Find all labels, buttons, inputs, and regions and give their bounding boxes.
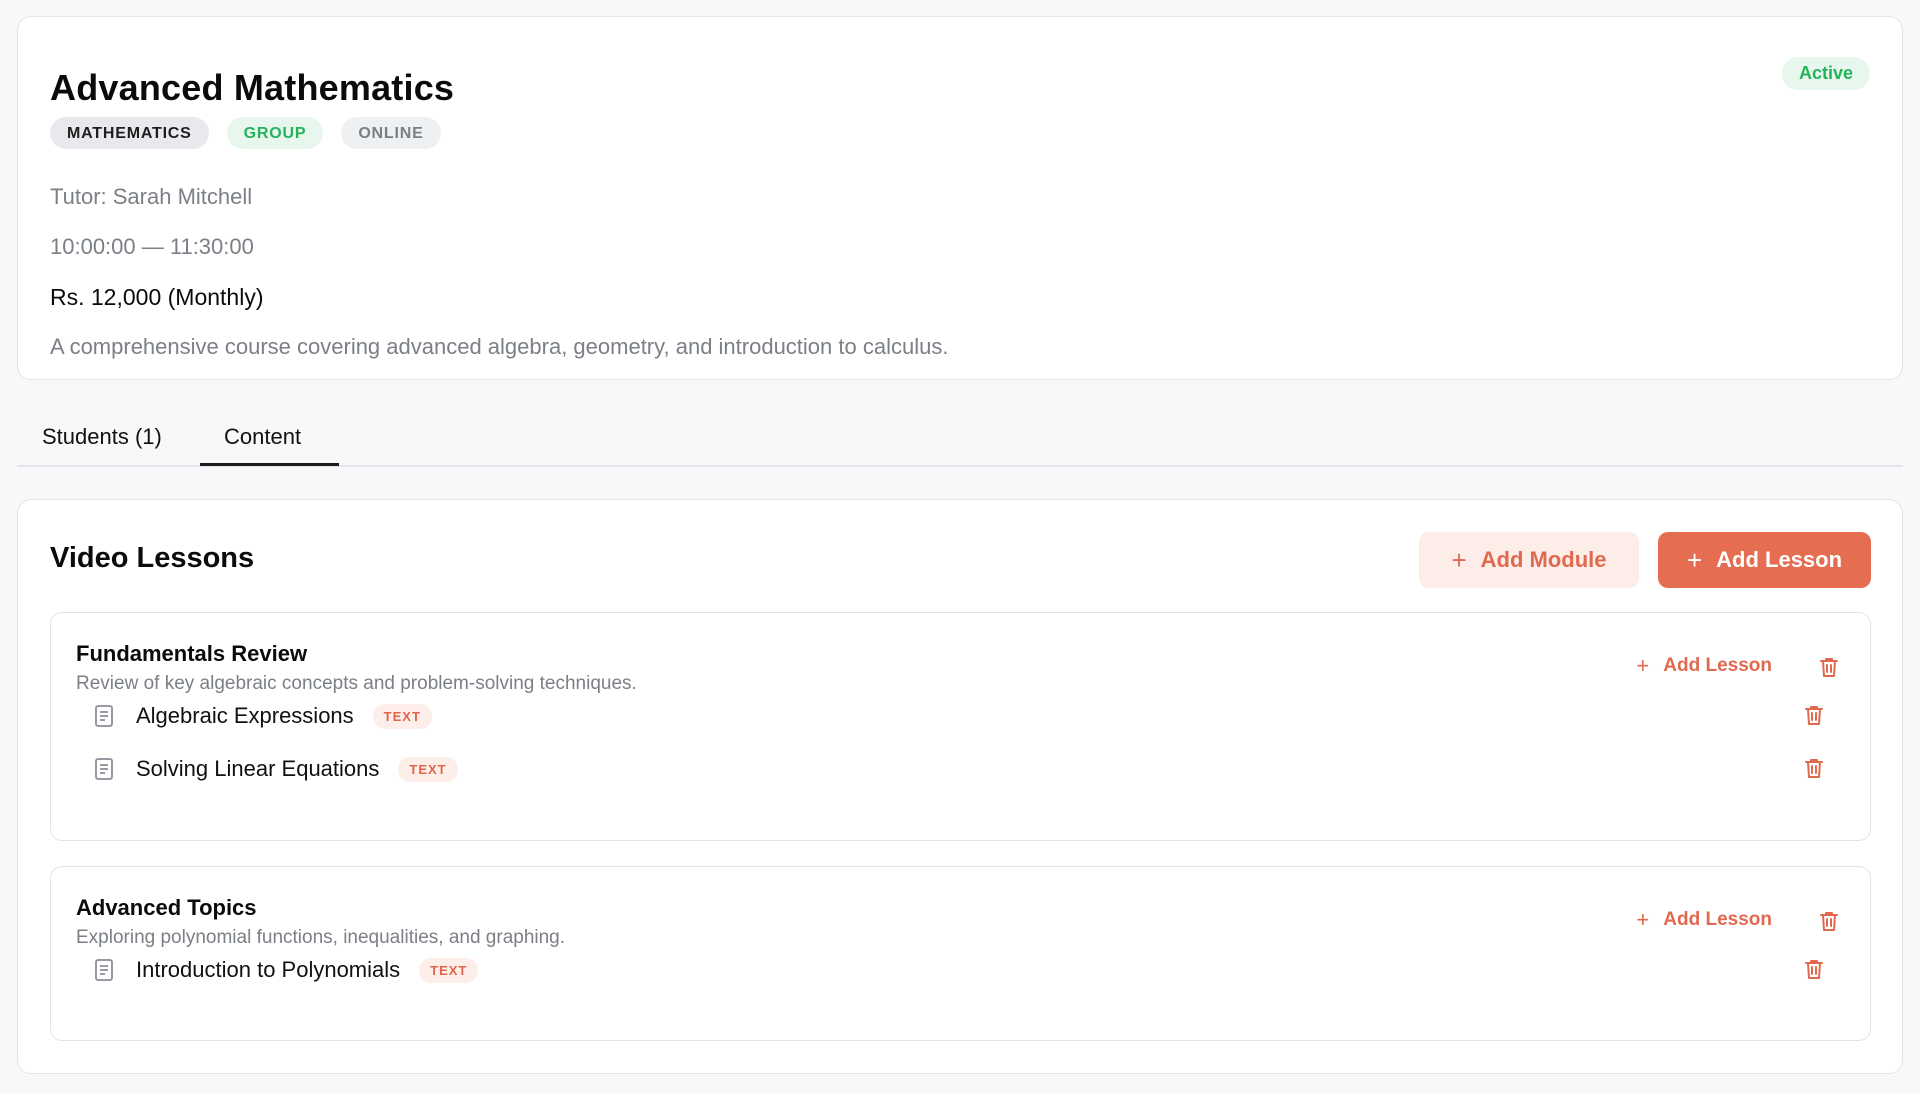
section-title: Video Lessons xyxy=(50,542,255,574)
module-card: Fundamentals Review Review of key algebr… xyxy=(50,612,1871,841)
tutor-name: Tutor: Sarah Mitchell xyxy=(50,184,253,209)
trash-icon[interactable] xyxy=(1819,656,1839,678)
trash-icon[interactable] xyxy=(1804,757,1824,779)
lesson-title: Algebraic Expressions xyxy=(136,703,354,728)
class-time: 10:00:00 — 11:30:00 xyxy=(50,234,254,259)
lesson-type-badge: TEXT xyxy=(372,703,432,729)
document-icon xyxy=(94,958,116,982)
module-card: Advanced Topics Exploring polynomial fun… xyxy=(50,866,1871,1041)
status-badge: Active xyxy=(1781,57,1870,90)
document-icon xyxy=(94,757,116,781)
document-icon xyxy=(94,704,116,728)
trash-icon[interactable] xyxy=(1804,958,1824,980)
tab-students[interactable]: Students (1) xyxy=(42,424,162,464)
module-add-lesson-label: Add Lesson xyxy=(1663,909,1772,930)
tab-content-label: Content xyxy=(224,424,302,449)
tab-content[interactable]: Content xyxy=(200,424,339,466)
plus-icon: + xyxy=(1451,545,1467,575)
plus-icon: + xyxy=(1636,907,1650,932)
subject-tag: MATHEMATICS xyxy=(50,117,209,149)
module-add-lesson-button[interactable]: + Add Lesson xyxy=(1636,909,1772,931)
course-title: Advanced Mathematics xyxy=(50,67,455,108)
course-price: Rs. 12,000 (Monthly) xyxy=(50,284,264,310)
course-description: A comprehensive course covering advanced… xyxy=(50,334,949,359)
module-title: Advanced Topics xyxy=(76,895,257,920)
lesson-type-badge: TEXT xyxy=(419,957,479,983)
lesson-title: Introduction to Polynomials xyxy=(136,957,401,982)
course-card: Advanced Mathematics Active MATHEMATICS … xyxy=(17,16,1903,380)
lesson-type-badge: TEXT xyxy=(398,756,458,782)
module-add-lesson-button[interactable]: + Add Lesson xyxy=(1636,655,1772,677)
lesson-row[interactable]: Solving Linear Equations TEXT xyxy=(94,751,1839,787)
content-card: Video Lessons + Add Module + Add Lesson … xyxy=(17,499,1903,1074)
type-tag: GROUP xyxy=(226,117,324,149)
trash-icon[interactable] xyxy=(1819,910,1839,932)
add-module-label: Add Module xyxy=(1480,547,1607,572)
plus-icon: + xyxy=(1636,653,1650,678)
add-lesson-button[interactable]: + Add Lesson xyxy=(1658,532,1871,588)
add-module-button[interactable]: + Add Module xyxy=(1419,532,1639,588)
course-tags: MATHEMATICS GROUP ONLINE xyxy=(50,117,441,149)
trash-icon[interactable] xyxy=(1804,704,1824,726)
lesson-title: Solving Linear Equations xyxy=(136,756,380,781)
module-description: Exploring polynomial functions, inequali… xyxy=(76,927,566,948)
tab-bar: Students (1) Content xyxy=(17,410,1903,467)
mode-tag: ONLINE xyxy=(341,117,441,149)
module-add-lesson-label: Add Lesson xyxy=(1663,655,1772,676)
lesson-row[interactable]: Introduction to Polynomials TEXT xyxy=(94,952,1839,988)
module-title: Fundamentals Review xyxy=(76,641,308,666)
lesson-row[interactable]: Algebraic Expressions TEXT xyxy=(94,698,1839,734)
add-lesson-label: Add Lesson xyxy=(1716,547,1843,572)
module-description: Review of key algebraic concepts and pro… xyxy=(76,673,637,694)
plus-icon: + xyxy=(1686,545,1703,575)
